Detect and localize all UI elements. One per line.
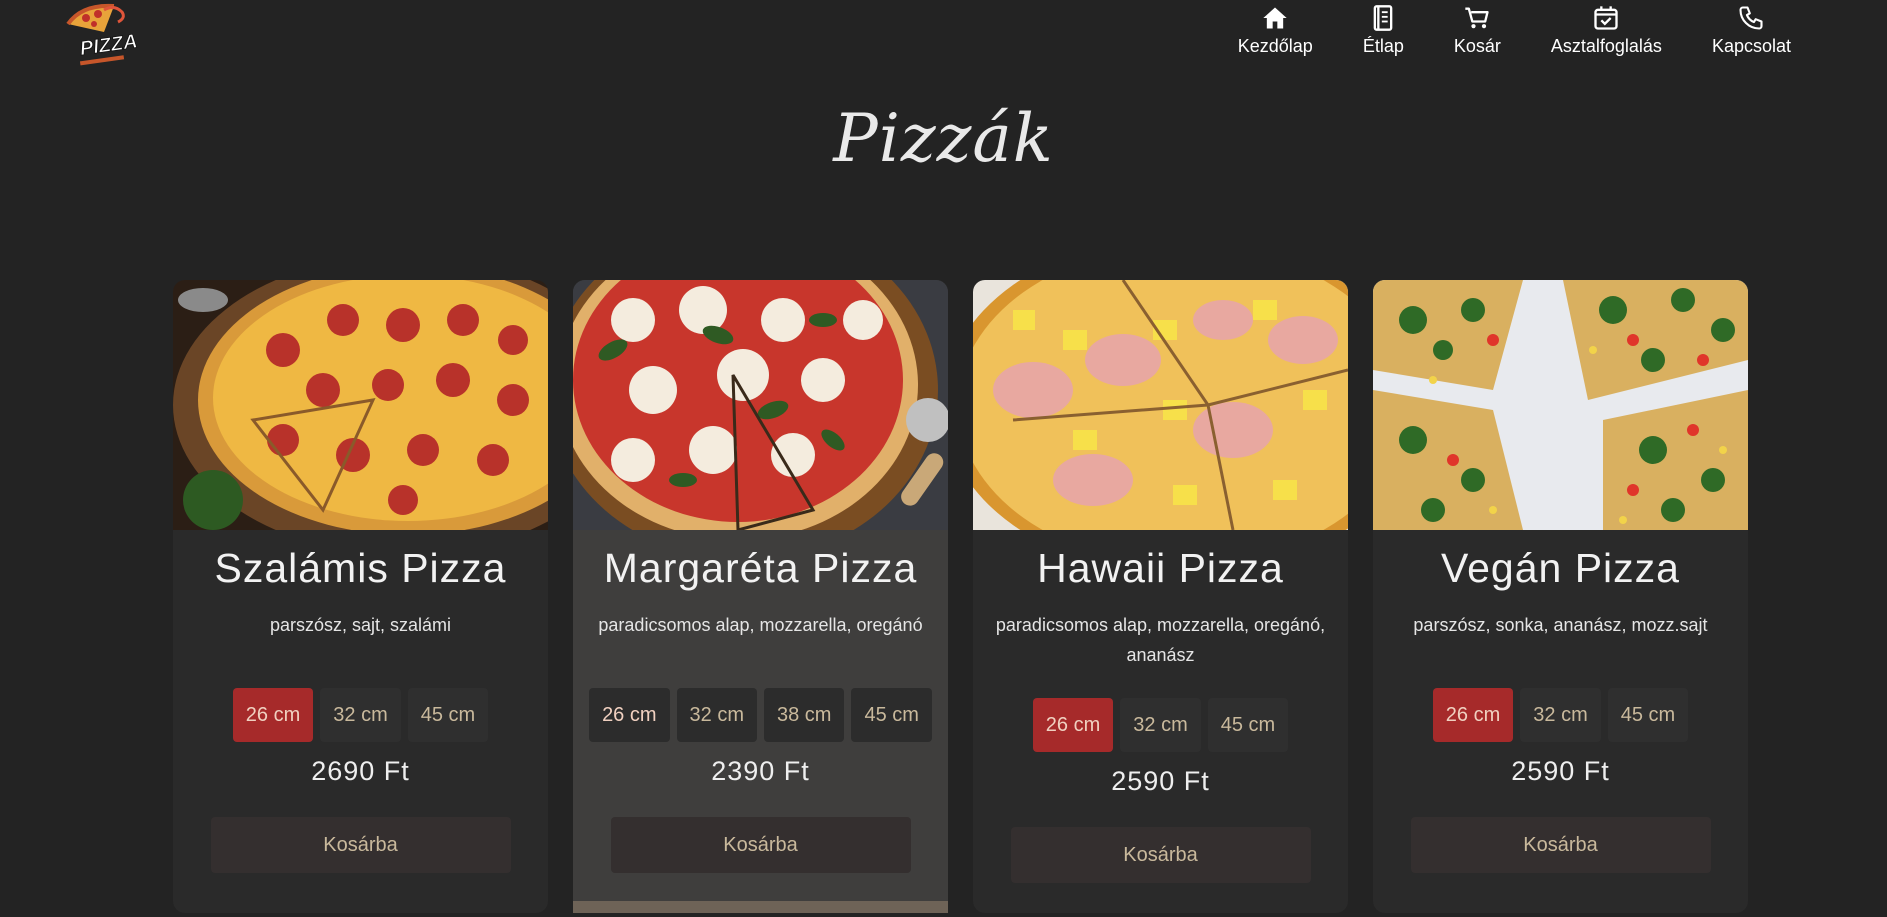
card-price: 2690 Ft <box>311 756 410 786</box>
card-price: 2390 Ft <box>711 756 810 786</box>
size-option-32[interactable]: 32 cm <box>1120 698 1201 752</box>
pizza-card-szalamis: Szalámis Pizza parszósz, sajt, szalámi 2… <box>173 280 548 913</box>
card-title: Szalámis Pizza <box>214 545 507 591</box>
page-title: Pizzák <box>833 100 1054 177</box>
logo-text: PIZZA <box>79 30 139 60</box>
pizza-logo[interactable]: PIZZA <box>64 2 146 68</box>
nav-contact[interactable]: Kapcsolat <box>1712 4 1791 57</box>
nav-home-label: Kezdőlap <box>1237 36 1313 56</box>
nav-cart[interactable]: Kosár <box>1454 4 1501 57</box>
size-selector: 26 cm 32 cm 38 cm 45 cm <box>589 688 932 742</box>
card-price: 2590 Ft <box>1111 766 1210 796</box>
nav-cart-label: Kosár <box>1453 36 1501 56</box>
pizza-card-hawaii: Hawaii Pizza paradicsomos alap, mozzarel… <box>973 280 1348 913</box>
add-to-cart-button[interactable]: Kosárba <box>1010 827 1311 883</box>
size-option-45[interactable]: 45 cm <box>407 688 489 742</box>
pizza-card-vegan: Vegán Pizza parszósz, sonka, ananász, mo… <box>1373 280 1748 913</box>
size-option-38[interactable]: 38 cm <box>764 688 845 742</box>
add-to-cart-button[interactable]: Kosárba <box>610 817 911 873</box>
card-description: paradicsomos alap, mozzarella, oregánó <box>598 615 923 635</box>
size-option-26[interactable]: 26 cm <box>232 688 314 742</box>
phone-icon <box>1739 6 1764 30</box>
size-selector: 26 cm 32 cm 45 cm <box>1032 698 1289 752</box>
add-to-cart-button[interactable]: Kosárba <box>1410 817 1711 873</box>
size-option-26[interactable]: 26 cm <box>1432 688 1514 742</box>
size-option-32[interactable]: 32 cm <box>676 688 757 742</box>
pizza-card-list: Szalámis Pizza parszósz, sajt, szalámi 2… <box>173 280 1748 913</box>
card-description: paradicsomos alap, mozzarella, oregánó, … <box>995 615 1326 665</box>
card-description: parszósz, sajt, szalámi <box>269 615 452 635</box>
vegan-pizza-image <box>1373 280 1748 530</box>
salami-pizza-image <box>173 280 548 530</box>
nav-reservation[interactable]: Asztalfoglalás <box>1551 4 1662 57</box>
size-option-45[interactable]: 45 cm <box>1207 698 1289 752</box>
card-title: Vegán Pizza <box>1441 545 1680 591</box>
nav-contact-label: Kapcsolat <box>1711 36 1791 56</box>
nav-menu[interactable]: Étlap <box>1363 4 1404 57</box>
size-selector: 26 cm 32 cm 45 cm <box>232 688 489 742</box>
cart-icon <box>1465 7 1490 29</box>
size-option-26[interactable]: 26 cm <box>589 688 670 742</box>
pizza-card-margareta: Margaréta Pizza paradicsomos alap, mozza… <box>573 280 948 913</box>
nav-menu-label: Étlap <box>1362 36 1404 56</box>
size-option-45[interactable]: 45 cm <box>1607 688 1689 742</box>
menu-book-icon <box>1373 5 1393 31</box>
calendar-check-icon <box>1594 6 1619 30</box>
size-selector: 26 cm 32 cm 45 cm <box>1432 688 1689 742</box>
add-to-cart-button[interactable]: Kosárba <box>210 817 511 873</box>
size-option-32[interactable]: 32 cm <box>1520 688 1601 742</box>
main-nav: Kezdőlap Étlap Kosár Asztalfoglalás Kapc… <box>1238 4 1791 57</box>
size-option-45[interactable]: 45 cm <box>851 688 932 742</box>
margherita-pizza-image <box>573 280 948 530</box>
nav-home[interactable]: Kezdőlap <box>1238 4 1313 57</box>
card-price: 2590 Ft <box>1511 756 1610 786</box>
size-option-26[interactable]: 26 cm <box>1032 698 1114 752</box>
hawaii-pizza-image <box>973 280 1348 530</box>
home-icon <box>1263 7 1287 29</box>
size-option-32[interactable]: 32 cm <box>320 688 401 742</box>
card-title: Margaréta Pizza <box>603 545 918 591</box>
pizza-logo-icon: PIZZA <box>66 3 139 66</box>
nav-reservation-label: Asztalfoglalás <box>1550 36 1662 56</box>
card-title: Hawaii Pizza <box>1037 545 1284 591</box>
card-description: parszósz, sonka, ananász, mozz.sajt <box>1413 615 1708 635</box>
